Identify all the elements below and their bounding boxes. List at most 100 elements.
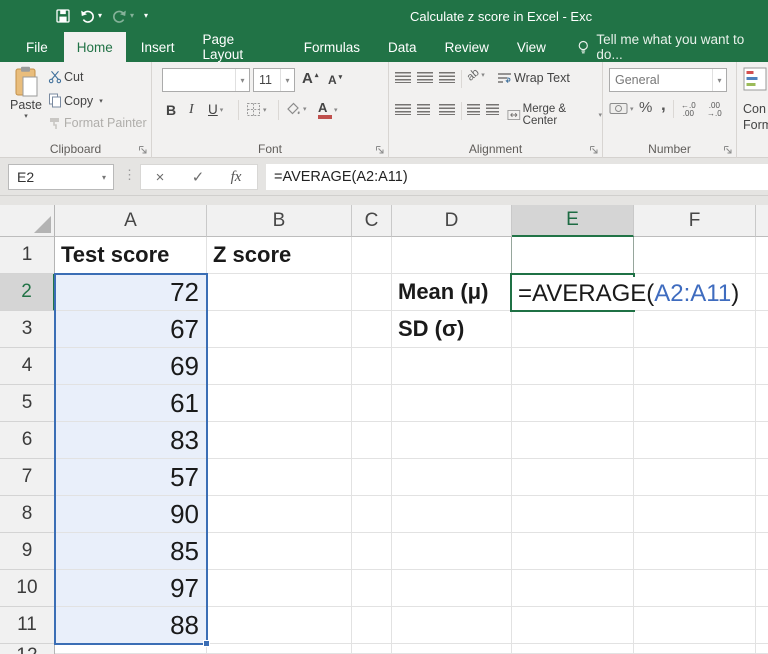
clipboard-dialog-launcher-icon[interactable]: [138, 145, 148, 155]
row-header-11[interactable]: 11: [0, 607, 55, 644]
decrease-indent-button[interactable]: [467, 104, 480, 115]
cancel-button[interactable]: ×: [141, 169, 179, 186]
cell-D1[interactable]: [392, 237, 512, 274]
formula-input[interactable]: =AVERAGE(A2:A11): [266, 164, 768, 190]
customize-qat-icon[interactable]: ▾: [144, 12, 148, 20]
row-header-9[interactable]: 9: [0, 533, 55, 570]
cell-F7[interactable]: [634, 459, 756, 496]
cell-D8[interactable]: [392, 496, 512, 533]
cell-F3[interactable]: [634, 311, 756, 348]
cut-button[interactable]: Cut: [48, 70, 83, 84]
cell-F8[interactable]: [634, 496, 756, 533]
align-left-button[interactable]: [395, 104, 411, 115]
cell-B10[interactable]: [207, 570, 352, 607]
cell-E7[interactable]: [512, 459, 634, 496]
row-header-2[interactable]: 2: [0, 274, 55, 311]
top-align-button[interactable]: [395, 72, 411, 83]
cell-F12[interactable]: [634, 644, 756, 654]
conditional-formatting-label-line2[interactable]: Form: [743, 118, 768, 132]
cell-C4[interactable]: [352, 348, 392, 385]
cell-F11[interactable]: [634, 607, 756, 644]
italic-button[interactable]: I: [189, 102, 194, 118]
cell-A12[interactable]: [55, 644, 207, 654]
cell-A7[interactable]: 57: [55, 459, 207, 496]
tab-home[interactable]: Home: [63, 32, 126, 62]
cell-E10[interactable]: [512, 570, 634, 607]
number-dialog-launcher-icon[interactable]: [723, 145, 733, 155]
increase-indent-button[interactable]: [486, 104, 499, 115]
increase-decimal-button[interactable]: ←.0.00: [681, 102, 696, 118]
tab-file[interactable]: File: [12, 32, 62, 62]
cell-C7[interactable]: [352, 459, 392, 496]
cell-D7[interactable]: [392, 459, 512, 496]
bottom-align-button[interactable]: [439, 72, 455, 83]
column-header-B[interactable]: B: [207, 205, 352, 237]
tell-me-box[interactable]: Tell me what you want to do...: [577, 32, 768, 62]
number-format-select[interactable]: General ▾: [609, 68, 727, 92]
font-name-dropdown-icon[interactable]: ▾: [235, 69, 249, 91]
format-painter-button[interactable]: Format Painter: [48, 116, 147, 130]
conditional-formatting-icon[interactable]: [743, 67, 768, 93]
cell-D12[interactable]: [392, 644, 512, 654]
cell-B2[interactable]: [207, 274, 352, 311]
borders-button[interactable]: ▾: [246, 102, 267, 117]
merge-center-dropdown-icon[interactable]: ▾: [598, 111, 602, 119]
cell-B7[interactable]: [207, 459, 352, 496]
name-box[interactable]: E2 ▾: [8, 164, 114, 190]
underline-button[interactable]: U ▾: [208, 102, 223, 117]
tab-page-layout[interactable]: Page Layout: [190, 32, 289, 62]
cell-B4[interactable]: [207, 348, 352, 385]
merge-center-button[interactable]: Merge & Center ▾: [507, 103, 602, 127]
cell-B11[interactable]: [207, 607, 352, 644]
cell-A4[interactable]: 69: [55, 348, 207, 385]
row-header-12[interactable]: 12: [0, 644, 55, 654]
decrease-decimal-button[interactable]: .00 →.0: [707, 102, 722, 118]
cell-B9[interactable]: [207, 533, 352, 570]
row-header-1[interactable]: 1: [0, 237, 55, 274]
cell-A6[interactable]: 83: [55, 422, 207, 459]
column-header-E[interactable]: E: [512, 205, 634, 237]
comma-style-button[interactable]: ,: [661, 95, 666, 115]
cell-E6[interactable]: [512, 422, 634, 459]
cell-C3[interactable]: [352, 311, 392, 348]
copy-dropdown-icon[interactable]: ▾: [99, 97, 103, 105]
active-cell-formula[interactable]: =AVERAGE(A2:A11): [514, 277, 743, 310]
cell-A9[interactable]: 85: [55, 533, 207, 570]
cell-A3[interactable]: 67: [55, 311, 207, 348]
active-cell-E2-border[interactable]: =AVERAGE(A2:A11): [510, 273, 743, 312]
cell-C12[interactable]: [352, 644, 392, 654]
cell-F5[interactable]: [634, 385, 756, 422]
font-size-dropdown-icon[interactable]: ▾: [280, 69, 294, 91]
row-header-3[interactable]: 3: [0, 311, 55, 348]
orientation-button[interactable]: ab ▾: [465, 66, 485, 83]
number-format-dropdown-icon[interactable]: ▾: [712, 69, 726, 91]
cell-E1[interactable]: [512, 237, 634, 274]
formula-bar-handle[interactable]: ⋮: [123, 167, 136, 183]
cell-D4[interactable]: [392, 348, 512, 385]
tab-review[interactable]: Review: [432, 32, 502, 62]
wrap-text-button[interactable]: Wrap Text: [497, 71, 570, 85]
cell-B6[interactable]: [207, 422, 352, 459]
column-header-F[interactable]: F: [634, 205, 756, 237]
cell-C11[interactable]: [352, 607, 392, 644]
row-header-7[interactable]: 7: [0, 459, 55, 496]
cell-A11[interactable]: 88: [55, 607, 207, 644]
cell-C9[interactable]: [352, 533, 392, 570]
cell-F4[interactable]: [634, 348, 756, 385]
cell-E3[interactable]: [512, 311, 634, 348]
name-box-dropdown-icon[interactable]: ▾: [102, 173, 113, 182]
row-header-5[interactable]: 5: [0, 385, 55, 422]
middle-align-button[interactable]: [417, 72, 433, 83]
cell-D11[interactable]: [392, 607, 512, 644]
font-size-select[interactable]: 11 ▾: [253, 68, 295, 92]
cell-D6[interactable]: [392, 422, 512, 459]
row-header-6[interactable]: 6: [0, 422, 55, 459]
tab-formulas[interactable]: Formulas: [291, 32, 373, 62]
percent-style-button[interactable]: %: [639, 99, 652, 116]
tab-view[interactable]: View: [504, 32, 559, 62]
cell-D10[interactable]: [392, 570, 512, 607]
align-right-button[interactable]: [439, 104, 455, 115]
paste-button[interactable]: Paste ▾: [6, 66, 46, 120]
redo-dropdown-icon[interactable]: ▾: [130, 12, 134, 20]
row-header-8[interactable]: 8: [0, 496, 55, 533]
